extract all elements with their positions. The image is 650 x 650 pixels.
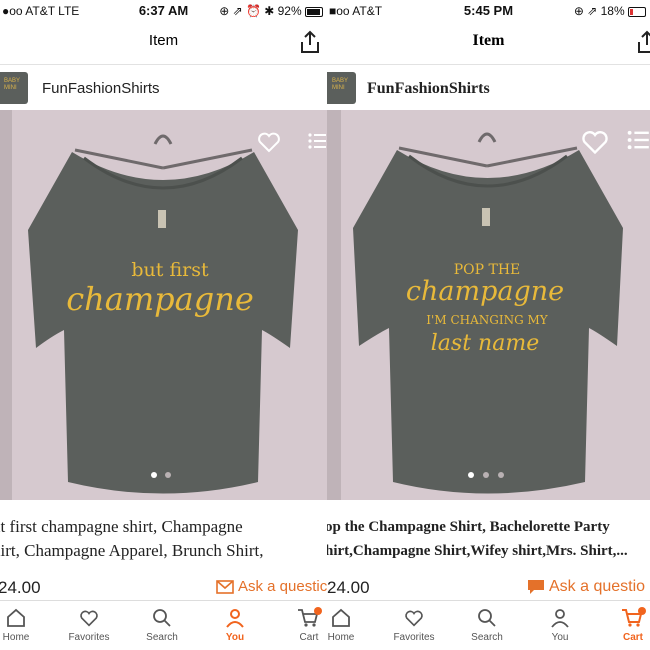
shirt-print-line3: I'M CHANGING MY — [426, 313, 548, 327]
status-bar: ●oo AT&T LTE 6:37 AM ⊕ ⇗ ⏰ ✱ 92% — [0, 0, 327, 22]
product-price: 24.00 — [327, 578, 370, 597]
tab-label: Search — [146, 632, 178, 643]
favorite-heart-icon[interactable] — [581, 128, 609, 156]
shirt-print-line2: champagne — [406, 276, 564, 307]
tab-you[interactable]: You — [530, 607, 590, 643]
product-title: ut first champagne shirt, Champagne hirt… — [0, 515, 263, 563]
tab-favorites[interactable]: Favorites — [59, 607, 119, 643]
list-icon[interactable] — [627, 128, 649, 152]
search-icon — [478, 609, 496, 627]
status-right-text: ⊕ ⇗ ⏰ ✱ 92% — [219, 4, 302, 18]
ask-question-button[interactable]: Ask a questic — [216, 578, 327, 595]
product-title-line1: ut first champagne shirt, Champagne — [0, 517, 243, 536]
tab-label: Favorites — [393, 632, 435, 643]
tab-label: Cart — [622, 632, 643, 643]
list-icon[interactable] — [308, 131, 326, 151]
home-icon — [332, 608, 350, 627]
shop-avatar[interactable]: BABY MINI — [0, 72, 28, 104]
tab-label: Favorites — [68, 632, 110, 643]
image-pager[interactable] — [327, 469, 650, 481]
tab-search[interactable]: Search — [132, 607, 192, 643]
avatar-print: BABY MINI — [332, 78, 349, 91]
cart-icon — [622, 607, 646, 627]
tab-label: Home — [327, 632, 355, 643]
status-icons: ⊕ ⇗ 18% — [574, 4, 646, 18]
status-right-text: ⊕ ⇗ 18% — [573, 4, 625, 18]
status-icons: ⊕ ⇗ ⏰ ✱ 92% — [219, 4, 323, 18]
shop-name[interactable]: FunFashionShirts — [367, 80, 490, 98]
tab-bar: Home Favorites Search You Cart — [327, 600, 650, 650]
shop-header[interactable]: BABY MINI FunFashionShirts — [0, 68, 327, 108]
listing-panel-right: ■oo AT&T 5:45 PM ⊕ ⇗ 18% Item BABY MINI F… — [327, 0, 650, 650]
tab-label: Search — [471, 632, 503, 643]
shop-avatar[interactable]: BABY MINI — [327, 72, 356, 104]
ask-question-label: Ask a questio — [549, 578, 646, 595]
pager-dot[interactable] — [468, 472, 474, 478]
shirt-photo: POP THE champagne I'M CHANGING MY last n… — [327, 110, 623, 500]
pager-dot[interactable] — [165, 472, 171, 478]
favorite-heart-icon[interactable] — [257, 130, 281, 154]
shop-name[interactable]: FunFashionShirts — [42, 80, 160, 97]
image-pager[interactable] — [0, 469, 327, 481]
tab-label: You — [225, 632, 245, 643]
tab-home[interactable]: Home — [0, 607, 46, 643]
person-icon — [226, 609, 244, 628]
product-title-line2: hirt, Champagne Apparel, Brunch Shirt, — [0, 541, 264, 560]
home-icon — [7, 608, 25, 627]
listing-panel-left: ●oo AT&T LTE 6:37 AM ⊕ ⇗ ⏰ ✱ 92% Item BA… — [0, 0, 327, 650]
pager-dot[interactable] — [483, 472, 489, 478]
product-title-line2: hirt,Champagne Shirt,Wifey shirt,Mrs. Sh… — [327, 543, 628, 559]
heart-icon — [80, 610, 98, 627]
nav-bar: Item — [0, 24, 327, 65]
shirt-photo: but first champagne — [0, 110, 298, 500]
heart-icon — [405, 610, 423, 627]
ask-question-button[interactable]: Ask a questio — [527, 578, 645, 596]
tab-label: Home — [2, 632, 30, 643]
tab-search[interactable]: Search — [457, 607, 517, 643]
mail-icon — [216, 580, 234, 594]
pager-dot[interactable] — [498, 472, 504, 478]
battery-icon — [628, 6, 646, 17]
shirt-print-line4: last name — [431, 331, 539, 356]
tab-you[interactable]: You — [205, 607, 265, 643]
cart-icon — [298, 607, 322, 627]
tab-home[interactable]: Home — [327, 607, 371, 643]
tab-bar: Home Favorites Search You Cart — [0, 600, 327, 650]
battery-icon — [305, 6, 323, 17]
tab-label: You — [551, 632, 569, 643]
tab-label: Cart — [299, 632, 319, 643]
page-title: Item — [472, 32, 505, 49]
shirt-print-line1: but first — [131, 259, 209, 281]
ask-question-label: Ask a questic — [238, 578, 327, 595]
product-price: 24.00 — [0, 578, 41, 597]
chat-icon — [528, 579, 544, 594]
page-title: Item — [148, 32, 179, 49]
product-image[interactable]: POP THE champagne I'M CHANGING MY last n… — [327, 110, 650, 500]
nav-bar: Item — [327, 24, 650, 65]
pager-dot[interactable] — [151, 472, 157, 478]
product-title: op the Champagne Shirt, Bachelorette Par… — [327, 515, 628, 563]
product-image[interactable]: but first champagne — [0, 110, 327, 500]
tab-favorites[interactable]: Favorites — [384, 607, 444, 643]
share-icon[interactable] — [299, 30, 321, 54]
status-bar: ■oo AT&T 5:45 PM ⊕ ⇗ 18% — [327, 0, 650, 22]
share-icon[interactable] — [636, 30, 650, 54]
search-icon — [153, 609, 171, 627]
product-title-line1: op the Champagne Shirt, Bachelorette Par… — [327, 519, 610, 535]
person-icon — [551, 609, 569, 628]
shop-header[interactable]: BABY MINI FunFashionShirts — [327, 68, 650, 108]
avatar-print: BABY MINI — [4, 78, 21, 91]
shirt-print-line2: champagne — [66, 280, 254, 318]
tab-cart[interactable]: Cart — [279, 607, 327, 643]
tab-cart[interactable]: Cart — [603, 607, 650, 643]
